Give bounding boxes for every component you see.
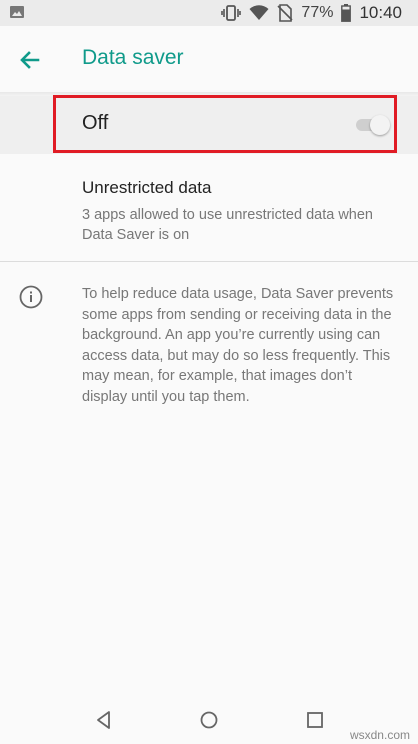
- data-saver-toggle-row[interactable]: Off: [0, 96, 418, 154]
- no-sim-icon: [277, 4, 293, 22]
- back-nav-icon[interactable]: [93, 709, 115, 731]
- data-saver-switch[interactable]: [354, 114, 390, 136]
- page-title: Data saver: [82, 46, 184, 69]
- unrestricted-data-title: Unrestricted data: [82, 178, 212, 197]
- back-arrow-icon[interactable]: [14, 44, 46, 76]
- watermark: wsxdn.com: [349, 728, 410, 742]
- status-bar: 77% 10:40: [0, 0, 418, 26]
- clock: 10:40: [359, 3, 402, 22]
- wifi-icon: [249, 5, 269, 20]
- recents-nav-icon[interactable]: [304, 709, 326, 731]
- battery-icon: [341, 4, 352, 22]
- switch-thumb: [370, 115, 390, 135]
- navigation-bar: wsxdn.com: [0, 694, 418, 744]
- toggle-label: Off: [82, 112, 109, 134]
- divider: [0, 261, 418, 262]
- home-nav-icon[interactable]: [198, 709, 220, 731]
- image-notification-icon: [10, 6, 24, 18]
- unrestricted-data-subtitle: 3 apps allowed to use unrestricted data …: [82, 207, 373, 243]
- vibrate-icon: [221, 5, 242, 21]
- info-icon: [19, 285, 43, 309]
- unrestricted-data-item[interactable]: Unrestricted data 3 apps allowed to use …: [0, 158, 418, 260]
- info-description: To help reduce data usage, Data Saver pr…: [82, 286, 394, 405]
- app-bar: Data saver: [0, 26, 418, 92]
- battery-percent: 77%: [301, 4, 334, 21]
